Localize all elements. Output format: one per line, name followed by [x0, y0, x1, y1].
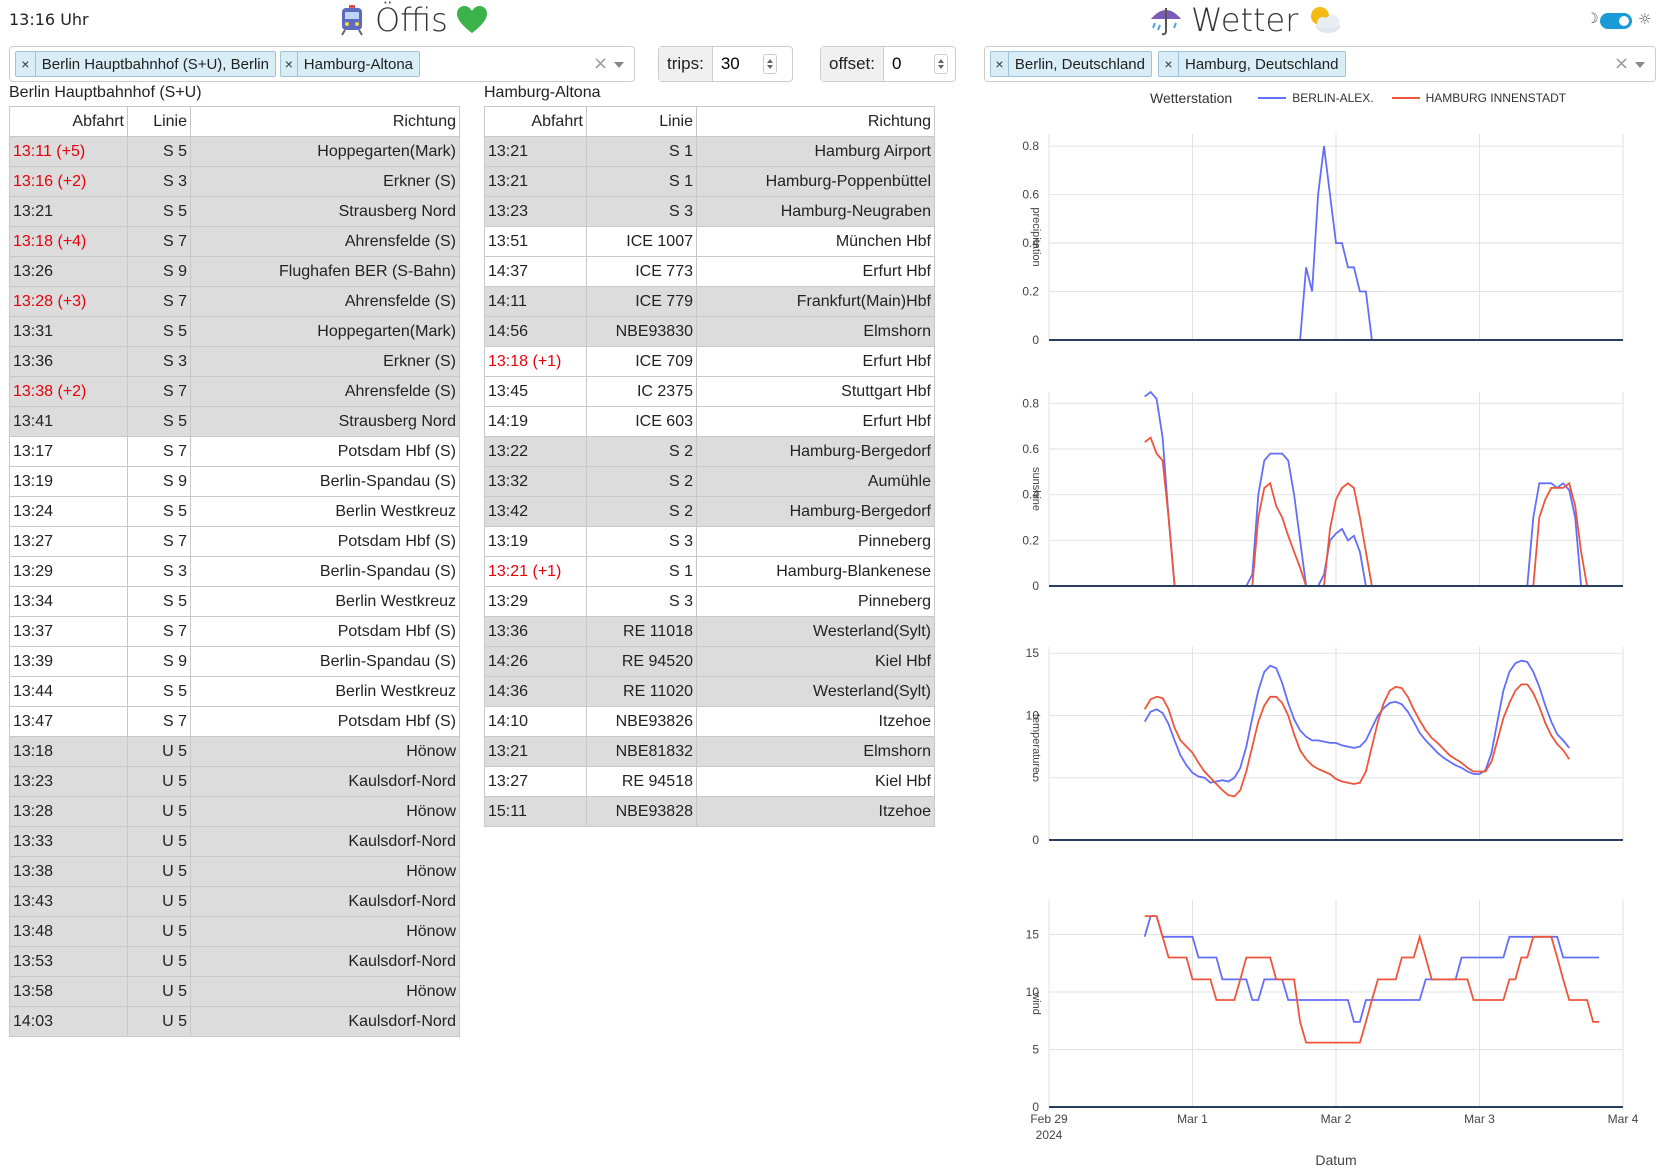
x-tick-label: 2024: [1036, 1128, 1063, 1142]
y-tick-label: 0.8: [1022, 396, 1039, 410]
y-tick-label: 0.8: [1022, 139, 1039, 153]
y-tick-label: 15: [1026, 928, 1040, 942]
y-tick-label: 0: [1032, 833, 1039, 847]
weather-chart: 00.20.40.60.8precipitation00.20.40.60.8s…: [1022, 134, 1639, 1168]
y-tick-label: 0.6: [1022, 442, 1039, 456]
series-line-berlin: [1143, 915, 1600, 1023]
x-tick-label: Mar 2: [1321, 1112, 1352, 1126]
y-tick-label: 0: [1032, 579, 1039, 593]
y-axis-label: sunshine: [1030, 467, 1042, 511]
series-line-hamburg: [1143, 683, 1570, 798]
y-axis-label: wind: [1030, 991, 1042, 1015]
x-tick-label: Mar 3: [1464, 1112, 1495, 1126]
y-axis-label: temperature: [1030, 714, 1042, 773]
y-tick-label: 0.6: [1022, 188, 1039, 202]
x-axis-label: Datum: [1315, 1152, 1356, 1168]
y-tick-label: 15: [1026, 646, 1040, 660]
y-tick-label: 0.2: [1022, 533, 1039, 547]
x-tick-label: Feb 29: [1030, 1112, 1068, 1126]
series-line-berlin: [1143, 659, 1570, 784]
series-line-hamburg: [1144, 436, 1623, 587]
y-axis-label: precipitation: [1030, 207, 1042, 266]
x-tick-label: Mar 4: [1608, 1112, 1639, 1126]
y-tick-label: 0: [1032, 333, 1039, 347]
series-line-hamburg: [1144, 915, 1600, 1044]
x-tick-label: Mar 1: [1177, 1112, 1208, 1126]
y-tick-label: 0.2: [1022, 285, 1039, 299]
y-tick-label: 5: [1032, 1043, 1039, 1057]
